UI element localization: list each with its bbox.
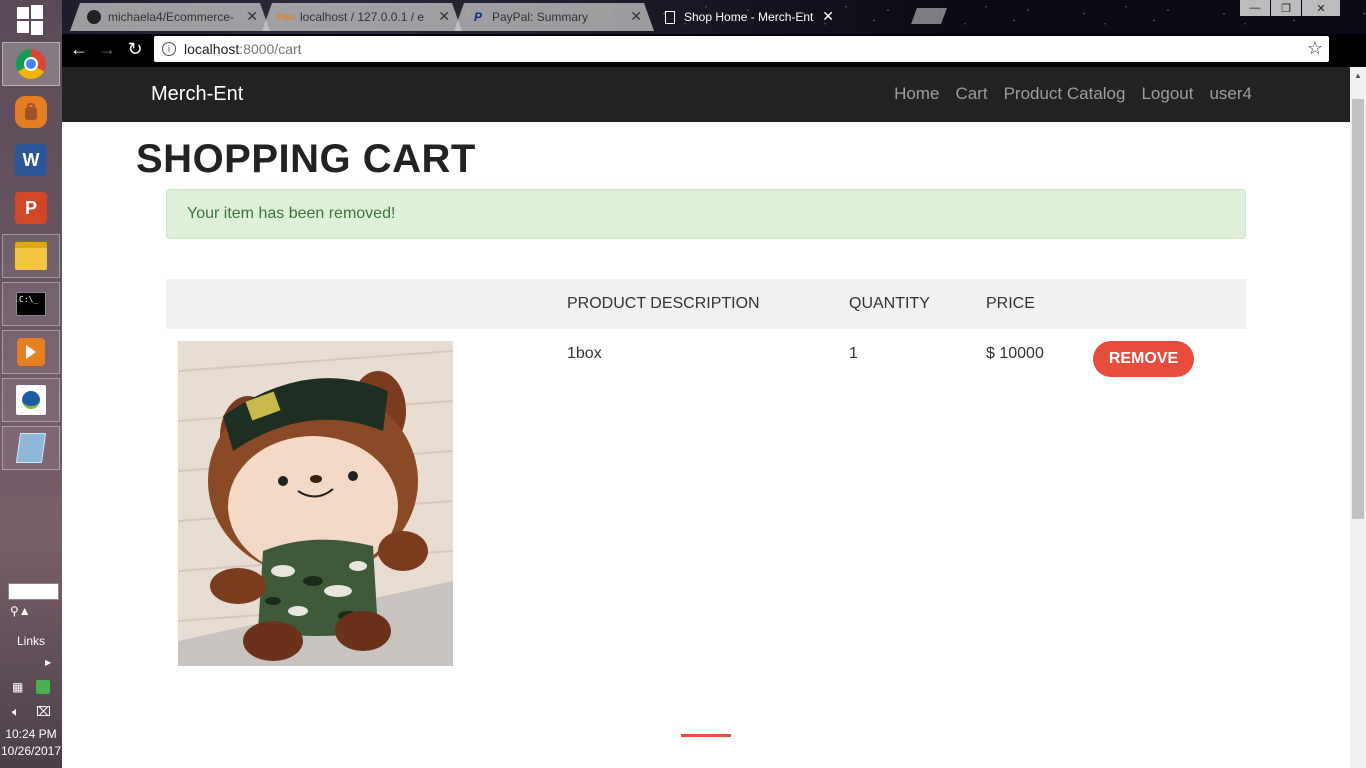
address-bar[interactable]: i localhost:8000/cart ☆ [154, 36, 1329, 62]
file-explorer-icon [15, 242, 47, 270]
nav-cart[interactable]: Cart [955, 84, 987, 104]
notepad-icon [15, 433, 47, 463]
tab-title: michaela4/Ecommerce- [108, 10, 235, 24]
back-arrow-icon[interactable]: ← [68, 38, 90, 60]
phpmyadmin-icon: PMA [277, 12, 295, 22]
window-close-button[interactable]: ✕ [1302, 0, 1340, 16]
cell-price: $ 10000 [986, 345, 1044, 362]
chevron-right-icon[interactable]: ▶ [45, 658, 51, 667]
powerpoint-icon: P [15, 192, 47, 224]
nav-user[interactable]: user4 [1209, 84, 1252, 104]
restore-button[interactable]: ❐ [1271, 0, 1301, 16]
close-icon[interactable]: ✕ [246, 8, 258, 25]
tab-title: PayPal: Summary [492, 10, 589, 24]
paypal-icon: P [473, 10, 482, 24]
taskbar-word-button[interactable]: W [2, 138, 60, 182]
cart-table: PRODUCT DESCRIPTION QUANTITY PRICE 1box … [166, 279, 1246, 679]
forward-arrow-icon[interactable]: → [96, 38, 118, 60]
taskbar-media-player-button[interactable] [2, 330, 60, 374]
table-row: 1box 1 $ 10000 REMOVE [166, 329, 1246, 679]
tab-title: localhost / 127.0.0.1 / e [300, 10, 425, 24]
tab-paypal[interactable]: P PayPal: Summary ✕ [454, 3, 654, 31]
windows-start-icon[interactable] [17, 5, 43, 35]
nav-product-catalog[interactable]: Product Catalog [1004, 84, 1126, 104]
success-alert: Your item has been removed! [166, 189, 1246, 239]
taskbar-backpack-button[interactable] [2, 90, 60, 134]
globe-broadband-icon [16, 385, 46, 415]
site-navbar: Merch-Ent Home Cart Product Catalog Logo… [62, 67, 1350, 122]
nav-home[interactable]: Home [894, 84, 939, 104]
nav-logout[interactable]: Logout [1141, 84, 1193, 104]
cell-quantity: 1 [849, 345, 858, 362]
cell-description: 1box [567, 345, 602, 362]
url-text[interactable]: localhost:8000/cart [184, 41, 302, 57]
volume-icon[interactable]: 🔈︎ [12, 704, 20, 720]
brand-link[interactable]: Merch-Ent [151, 83, 243, 106]
power-icon[interactable]: ⌧ [36, 704, 51, 720]
links-toolbar-label[interactable]: Links [0, 634, 62, 648]
remove-button[interactable]: REMOVE [1093, 341, 1194, 377]
page-title: SHOPPING CART [136, 137, 476, 181]
page-viewport: Merch-Ent Home Cart Product Catalog Logo… [62, 67, 1350, 768]
browser-toolbar: ← → ↻ i localhost:8000/cart ☆ [62, 34, 1366, 64]
header-quantity: QUANTITY [849, 295, 930, 312]
backpack-icon [15, 96, 47, 128]
scroll-up-icon[interactable]: ▲ [1350, 67, 1366, 83]
minimize-button[interactable]: — [1240, 0, 1270, 16]
taskbar-chrome-button[interactable] [2, 42, 60, 86]
media-player-icon [17, 338, 45, 366]
header-price: PRICE [986, 295, 1035, 312]
clock-time[interactable]: 10:24 PM [0, 727, 62, 741]
table-header: PRODUCT DESCRIPTION QUANTITY PRICE [166, 279, 1246, 329]
header-product-description: PRODUCT DESCRIPTION [567, 295, 760, 312]
github-icon [86, 9, 102, 25]
taskbar-file-explorer-button[interactable] [2, 234, 60, 278]
tab-title: Shop Home - Merch-Ent [684, 10, 814, 24]
tab-phpmyadmin[interactable]: PMA localhost / 127.0.0.1 / e ✕ [262, 3, 462, 31]
url-host: localhost [184, 41, 240, 57]
alert-message: Your item has been removed! [187, 205, 396, 222]
search-icon[interactable]: ⚲▲ [10, 604, 31, 618]
word-icon: W [15, 144, 47, 176]
command-prompt-icon: C:\_ [16, 292, 46, 316]
tab-shop-home[interactable]: Shop Home - Merch-Ent ✕ [646, 3, 846, 31]
new-tab-button[interactable] [911, 8, 947, 24]
product-image [178, 341, 453, 666]
windows-taskbar: W P C:\_ ⚲▲ Links ▶ ▦ 🔈︎ ⌧ 10:24 PM 10/2… [0, 0, 62, 768]
document-icon [662, 9, 678, 25]
scrollbar-thumb[interactable] [1352, 99, 1364, 519]
section-divider [681, 734, 731, 737]
bookmark-star-icon[interactable]: ☆ [1307, 38, 1323, 59]
network-icon[interactable]: ▦ [12, 680, 23, 694]
url-path: :8000/cart [239, 41, 302, 57]
address-bar-toolbar[interactable] [8, 583, 59, 600]
browser-tab-strip: michaela4/Ecommerce- ✕ PMA localhost / 1… [62, 0, 1366, 34]
chrome-icon [16, 49, 46, 79]
taskbar-command-prompt-button[interactable]: C:\_ [2, 282, 60, 326]
security-check-icon[interactable] [36, 680, 50, 694]
close-icon[interactable]: ✕ [822, 8, 834, 25]
tab-github[interactable]: michaela4/Ecommerce- ✕ [70, 3, 270, 31]
nav-links: Home Cart Product Catalog Logout user4 [894, 84, 1252, 104]
taskbar-globe-broadband-button[interactable] [2, 378, 60, 422]
info-icon[interactable]: i [162, 42, 176, 56]
close-icon[interactable]: ✕ [630, 8, 642, 25]
taskbar-powerpoint-button[interactable]: P [2, 186, 60, 230]
clock-date[interactable]: 10/26/2017 [0, 744, 62, 758]
reload-icon[interactable]: ↻ [124, 38, 146, 60]
close-icon[interactable]: ✕ [438, 8, 450, 25]
taskbar-notepad-button[interactable] [2, 426, 60, 470]
page-scrollbar[interactable]: ▲ [1350, 67, 1366, 768]
